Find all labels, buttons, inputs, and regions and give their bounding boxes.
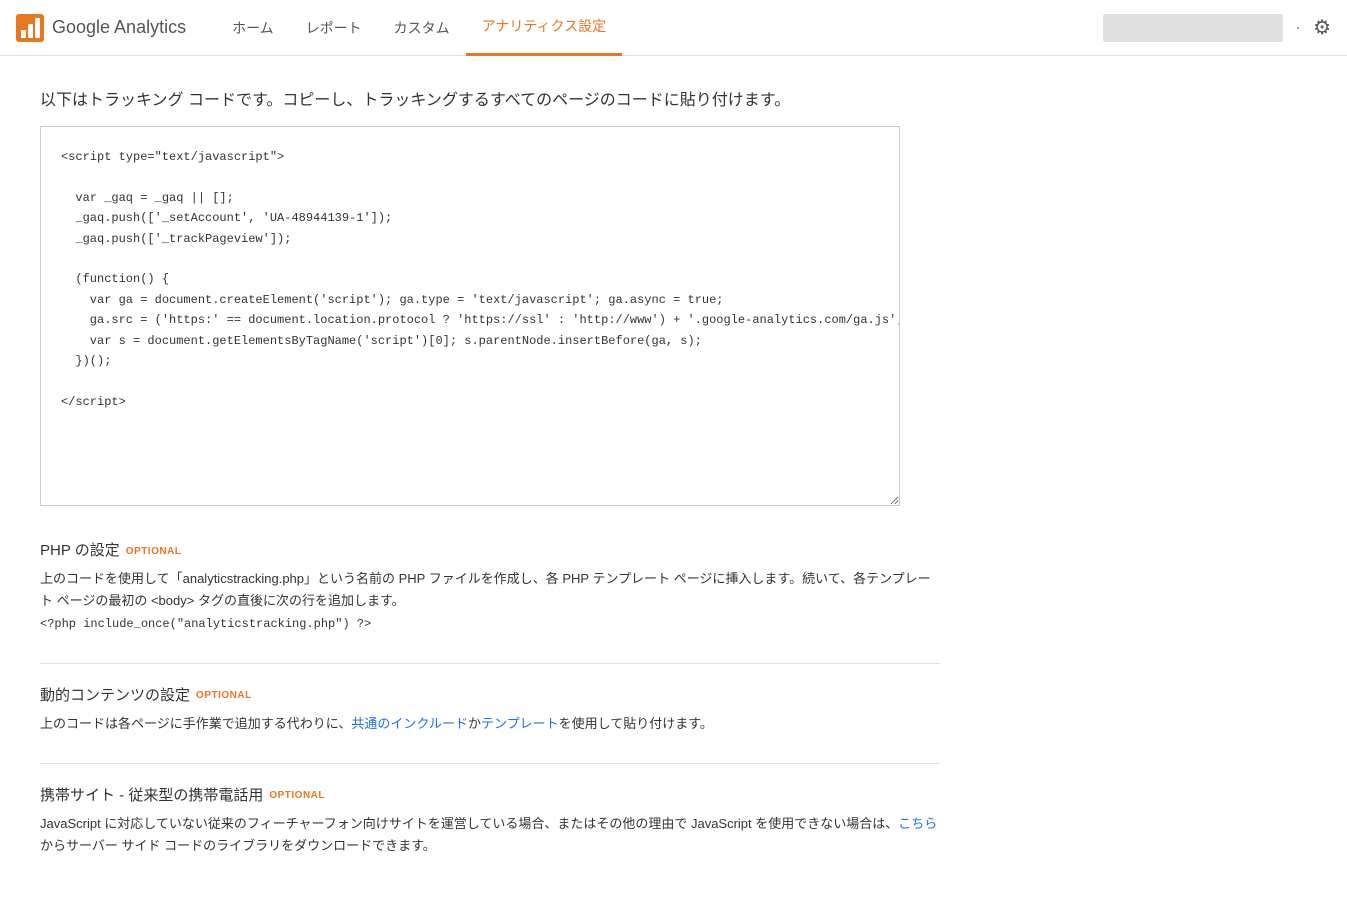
- header-dot-separator: ·: [1295, 17, 1301, 38]
- nav-custom[interactable]: カスタム: [378, 0, 466, 56]
- settings-gear-icon[interactable]: ⚙: [1313, 15, 1331, 40]
- php-code-snippet: <?php include_once("analyticstracking.ph…: [40, 617, 371, 631]
- header-right: · ⚙: [1103, 14, 1331, 42]
- divider-2: [40, 763, 940, 764]
- main-content: 以下はトラッキング コードです。コピーし、トラッキングするすべてのページのコード…: [0, 56, 1347, 915]
- header: Google Analytics ホーム レポート カスタム アナリティクス設定…: [0, 0, 1347, 56]
- tracking-code-textarea[interactable]: <script type="text/javascript"> var _gaq…: [40, 126, 900, 506]
- php-section-title: PHP の設定OPTIONAL: [40, 539, 940, 560]
- dynamic-section: 動的コンテンツの設定OPTIONAL 上のコードは各ページに手作業で追加する代わ…: [40, 684, 940, 735]
- nav-reports[interactable]: レポート: [290, 0, 378, 56]
- mobile-section-title: 携帯サイト - 従来型の携帯電話用OPTIONAL: [40, 784, 940, 805]
- nav-analytics-settings[interactable]: アナリティクス設定: [466, 0, 622, 56]
- mobile-section: 携帯サイト - 従来型の携帯電話用OPTIONAL JavaScript に対応…: [40, 784, 940, 857]
- tracking-code-wrapper: <script type="text/javascript"> var _gaq…: [40, 126, 900, 509]
- dynamic-section-title: 動的コンテンツの設定OPTIONAL: [40, 684, 940, 705]
- divider-1: [40, 663, 940, 664]
- dynamic-section-body: 上のコードは各ページに手作業で追加する代わりに、共通のインクルードかテンプレート…: [40, 713, 940, 735]
- template-link[interactable]: テンプレート: [481, 716, 559, 731]
- mobile-optional-badge: OPTIONAL: [269, 790, 325, 801]
- page-description: 以下はトラッキング コードです。コピーし、トラッキングするすべてのページのコード…: [40, 86, 1307, 110]
- mobile-download-link[interactable]: こちら: [898, 816, 937, 831]
- main-nav: ホーム レポート カスタム アナリティクス設定: [216, 0, 622, 56]
- logo-area: Google Analytics: [16, 14, 186, 42]
- user-account-box[interactable]: [1103, 14, 1283, 42]
- mobile-section-body: JavaScript に対応していない従来のフィーチャーフォン向けサイトを運営し…: [40, 813, 940, 857]
- common-include-link[interactable]: 共通のインクルード: [351, 716, 468, 731]
- ga-logo-icon: [16, 14, 44, 42]
- php-section-body: 上のコードを使用して「analyticstracking.php」という名前の …: [40, 568, 940, 635]
- php-section: PHP の設定OPTIONAL 上のコードを使用して「analyticstrac…: [40, 539, 940, 635]
- dynamic-optional-badge: OPTIONAL: [196, 690, 252, 701]
- app-name-label: Google Analytics: [52, 17, 186, 38]
- php-optional-badge: OPTIONAL: [126, 546, 182, 557]
- nav-home[interactable]: ホーム: [216, 0, 290, 56]
